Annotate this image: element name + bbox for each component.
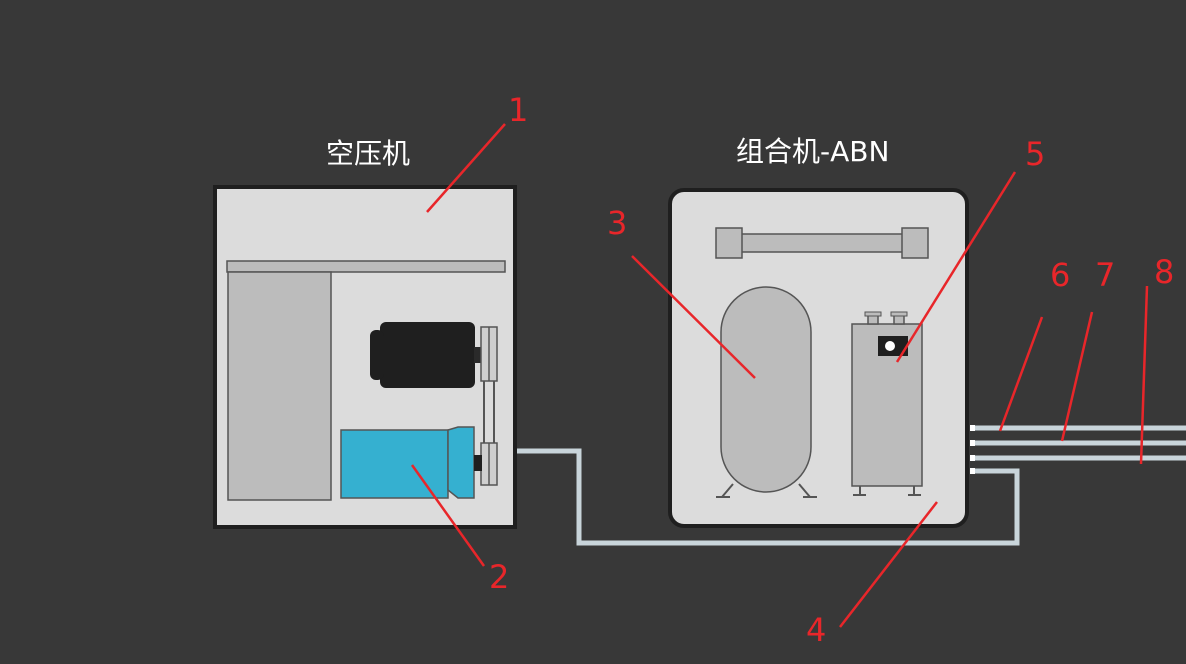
combination-unit-title: 组合机-ABN xyxy=(736,135,890,168)
air-end xyxy=(340,426,482,499)
motor xyxy=(370,322,482,388)
system-diagram xyxy=(213,123,1186,628)
callout-number-1: 1 xyxy=(508,91,529,129)
compressor-side-panel xyxy=(227,271,332,501)
callout-number-5: 5 xyxy=(1025,135,1046,173)
leader-7 xyxy=(1060,311,1094,442)
air-receiver-tank xyxy=(716,286,817,498)
callout-number-8: 8 xyxy=(1154,253,1175,291)
callout-number-2: 2 xyxy=(489,558,510,596)
callout-number-6: 6 xyxy=(1050,256,1071,294)
leader-8 xyxy=(1139,285,1149,465)
compressor-top-rail xyxy=(226,260,506,273)
compressor-title: 空压机 xyxy=(326,137,411,170)
callout-number-4: 4 xyxy=(806,611,827,649)
leader-6 xyxy=(998,316,1044,432)
pipe-connectors xyxy=(970,425,975,474)
callout-number-3: 3 xyxy=(607,204,628,242)
dryer-indicator-light xyxy=(885,341,895,351)
callout-number-7: 7 xyxy=(1095,256,1116,294)
combination-unit xyxy=(668,188,969,528)
air-compressor-unit xyxy=(213,185,517,529)
